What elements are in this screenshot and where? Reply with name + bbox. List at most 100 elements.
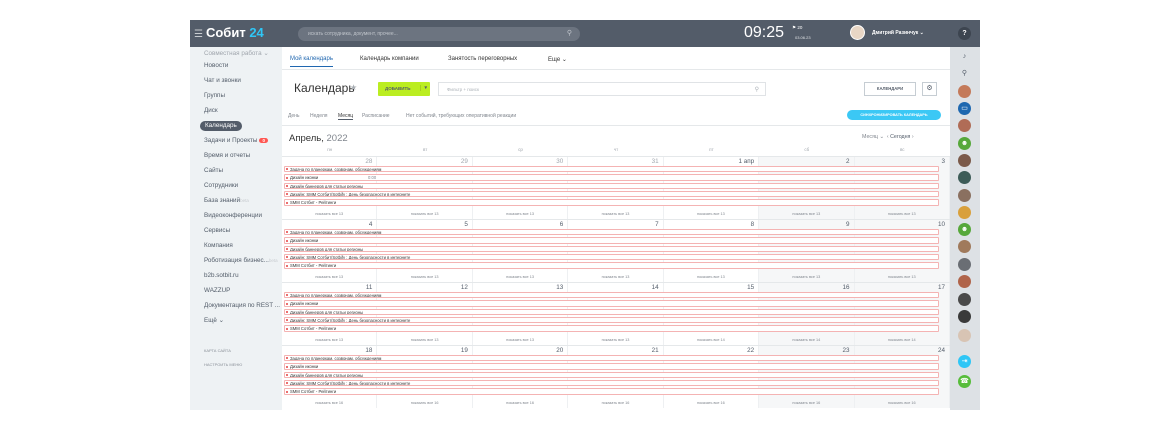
calendar-event[interactable]: SMM Сотбит - Рейтинги <box>284 388 939 395</box>
search-icon[interactable]: ⚲ <box>567 29 572 37</box>
show-all-link[interactable]: показать все 16 <box>855 401 949 405</box>
avatar[interactable] <box>958 154 971 167</box>
calendar-event[interactable]: Задача по планеркам, созвонам, обсуждени… <box>284 229 939 236</box>
tab-meeting-rooms[interactable]: Занятость переговорных <box>448 56 517 62</box>
show-all-link[interactable]: показать все 13 <box>568 212 662 216</box>
search-icon[interactable]: ⚲ <box>958 67 971 80</box>
show-all-link[interactable]: показать все 13 <box>664 212 758 216</box>
user-name[interactable]: Дмитрий Разинчук ⌄ <box>872 30 924 36</box>
day-number[interactable]: 5 <box>464 221 468 228</box>
show-all-link[interactable]: показать все 13 <box>473 338 567 342</box>
show-all-link[interactable]: показать все 13 <box>664 275 758 279</box>
day-number[interactable]: 7 <box>655 221 659 228</box>
avatar[interactable] <box>958 240 971 253</box>
day-number[interactable]: 17 <box>938 284 945 291</box>
calendar-event[interactable]: Дизайн баннеров для статьи регионы <box>284 308 939 315</box>
calendar-event[interactable]: Дизайн иконки 0:00 <box>284 174 939 181</box>
calendar-event[interactable]: Дизайн: SMM Сотбит/Sotbify : День безопа… <box>284 190 939 198</box>
show-all-link[interactable]: показать все 16 <box>664 401 758 405</box>
day-number[interactable]: 30 <box>556 158 563 165</box>
show-all-link[interactable]: показать все 13 <box>282 338 376 342</box>
sidebar-item[interactable]: Сервисы <box>204 227 230 234</box>
sidebar-item[interactable]: Компания <box>204 242 233 249</box>
phone-icon[interactable]: ☎ <box>958 375 971 388</box>
show-all-link[interactable]: показать все 13 <box>568 275 662 279</box>
today-button[interactable]: Сегодня <box>890 134 910 140</box>
star-icon[interactable]: ★ <box>350 83 357 92</box>
sidebar-item[interactable]: Сайты <box>204 167 223 174</box>
sidebar-item[interactable]: База знанийbeta <box>204 197 249 204</box>
show-all-link[interactable]: показать все 16 <box>568 401 662 405</box>
day-number[interactable]: 12 <box>461 284 468 291</box>
day-number[interactable]: 22 <box>747 347 754 354</box>
search-icon[interactable]: ⚲ <box>755 86 759 93</box>
sidebar-item[interactable]: Группы <box>204 92 225 99</box>
filter-input[interactable]: Фильтр + поиск ⚲ <box>438 82 766 96</box>
avatar[interactable] <box>958 329 971 342</box>
sidebar-item[interactable]: b2b.sotbit.ru <box>204 272 239 279</box>
calendar-event[interactable]: Дизайн баннеров для статьи регионы <box>284 371 939 378</box>
group-icon[interactable]: ☻ <box>958 223 971 236</box>
chevron-down-icon[interactable]: ▾ <box>420 85 427 91</box>
view-week[interactable]: Неделя <box>310 113 327 119</box>
help-button[interactable]: ? <box>958 27 971 40</box>
show-all-link[interactable]: показать все 14 <box>759 338 853 342</box>
chevron-left-icon[interactable]: ‹ <box>887 134 889 140</box>
calendar-event[interactable]: Дизайн баннеров для статьи регионы <box>284 182 939 189</box>
flag-counter[interactable]: ⚑ 20 <box>792 25 802 31</box>
clock[interactable]: 09:25 <box>744 24 784 42</box>
tab-company-calendar[interactable]: Календарь компании <box>360 56 419 62</box>
bell-icon[interactable]: ♪ <box>958 50 971 63</box>
sitemap-link[interactable]: КАРТА САЙТА <box>204 348 231 353</box>
day-number[interactable]: 21 <box>652 347 659 354</box>
show-all-link[interactable]: показать все 16 <box>282 401 376 405</box>
avatar[interactable] <box>958 275 971 288</box>
show-all-link[interactable]: показать все 14 <box>855 338 949 342</box>
sidebar-item[interactable]: Диск <box>204 107 218 114</box>
day-number[interactable]: 29 <box>461 158 468 165</box>
calendar-event[interactable]: Дизайн иконки <box>284 300 939 307</box>
avatar[interactable] <box>958 310 971 323</box>
day-number[interactable]: 1 апр <box>738 158 754 165</box>
day-number[interactable]: 24 <box>938 347 945 354</box>
calendar-event[interactable]: Дизайн: SMM Сотбит/Sotbify : День безопа… <box>284 316 939 324</box>
calendar-event[interactable]: Дизайн иконки <box>284 237 939 244</box>
show-all-link[interactable]: показать все 13 <box>473 275 567 279</box>
sidebar-item[interactable]: Новости <box>204 62 228 69</box>
avatar[interactable] <box>958 206 971 219</box>
sidebar-item[interactable]: Время и отчеты <box>204 152 250 159</box>
sidebar-item[interactable]: Календарь <box>200 120 242 131</box>
tab-my-calendar[interactable]: Мой календарь <box>290 56 333 67</box>
sidebar-item[interactable]: Совместная работа ⌄ <box>204 50 269 57</box>
show-all-link[interactable]: показать все 16 <box>759 401 853 405</box>
group-icon[interactable]: ☻ <box>958 137 971 150</box>
day-number[interactable]: 2 <box>846 158 850 165</box>
sidebar-item[interactable]: Сотрудники <box>204 182 238 189</box>
day-number[interactable]: 18 <box>365 347 372 354</box>
sidebar-item[interactable]: Чат и звонки <box>204 77 241 84</box>
sidebar-item[interactable]: WAZZUP <box>204 287 230 294</box>
chevron-down-icon[interactable]: ⌄ <box>879 134 883 140</box>
day-number[interactable]: 9 <box>846 221 850 228</box>
menu-icon[interactable]: ☰ <box>194 29 203 40</box>
calendar-event[interactable]: Дизайн: SMM Сотбит/Sotbify : День безопа… <box>284 253 939 261</box>
show-all-link[interactable]: показать все 13 <box>377 212 471 216</box>
day-number[interactable]: 20 <box>556 347 563 354</box>
calendar-event[interactable]: Задача по планеркам, созвонам, обсуждени… <box>284 292 939 299</box>
avatar[interactable] <box>958 293 971 306</box>
show-all-link[interactable]: показать все 13 <box>377 338 471 342</box>
calendars-button[interactable]: КАЛЕНДАРИ <box>864 82 916 96</box>
day-number[interactable]: 14 <box>652 284 659 291</box>
day-number[interactable]: 31 <box>652 158 659 165</box>
calendar-event[interactable]: SMM Сотбит - Рейтинги <box>284 262 939 269</box>
show-all-link[interactable]: показать все 13 <box>759 275 853 279</box>
view-no-events[interactable]: Нет событий, требующих оперативной реакц… <box>406 113 516 119</box>
show-all-link[interactable]: показать все 13 <box>759 212 853 216</box>
chevron-right-icon[interactable]: › <box>912 134 914 140</box>
sync-calendar-button[interactable]: СИНХРОНИЗИРОВАТЬ КАЛЕНДАРЬ <box>847 110 941 120</box>
avatar[interactable] <box>958 171 971 184</box>
day-number[interactable]: 3 <box>941 158 945 165</box>
day-number[interactable]: 10 <box>938 221 945 228</box>
show-all-link[interactable]: показать все 16 <box>377 401 471 405</box>
view-day[interactable]: День <box>288 113 300 119</box>
